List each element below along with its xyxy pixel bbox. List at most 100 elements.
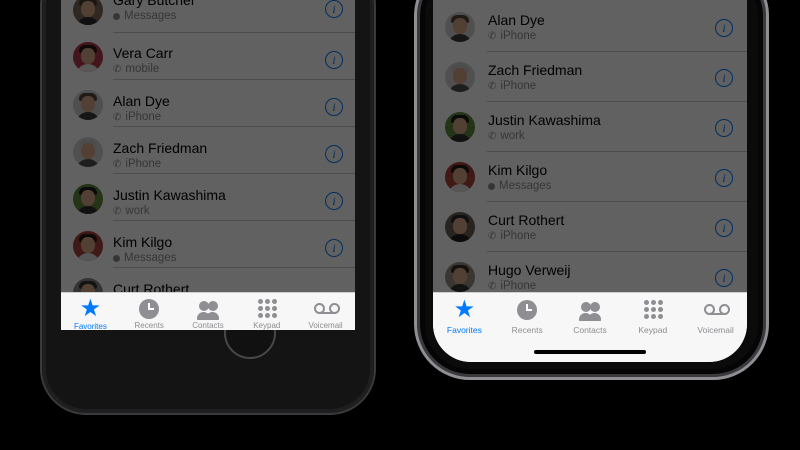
avatar	[73, 137, 103, 167]
list-item[interactable]: Curt Rothert ✆ iPhone i	[433, 202, 747, 252]
clock-icon	[137, 297, 161, 320]
list-item[interactable]: Gary Butcher Messages i	[61, 0, 355, 33]
list-item[interactable]: Kim Kilgo Messages i	[61, 221, 355, 268]
tab-label: Recents	[134, 321, 164, 330]
contact-subtitle: ✆ iPhone	[488, 280, 537, 292]
contact-name: Alan Dye	[488, 12, 545, 28]
tab-voicemail[interactable]: Voicemail	[296, 293, 355, 330]
list-item[interactable]: Justin Kawashima ✆ work i	[61, 174, 355, 221]
tab-label: Favorites	[446, 325, 482, 335]
avatar	[73, 231, 103, 261]
avatar	[73, 90, 103, 120]
contact-name: Justin Kawashima	[488, 112, 601, 128]
avatar	[73, 42, 103, 72]
message-bubble-icon	[113, 254, 120, 262]
tab-label: Voicemail	[308, 321, 343, 330]
contact-subtitle: Messages	[113, 10, 176, 22]
avatar	[445, 262, 475, 292]
contact-subtitle: Messages	[113, 252, 176, 264]
contact-subtitle: ✆ iPhone	[488, 30, 537, 42]
contact-name: Hugo Verweij	[488, 262, 571, 278]
tab-recents[interactable]: Recents	[120, 293, 179, 330]
contact-name: Kim Kilgo	[488, 162, 548, 178]
tab-favorites[interactable]: ★ Favorites	[433, 293, 496, 362]
phone-icon: ✆	[113, 205, 122, 217]
avatar	[445, 212, 475, 242]
contact-name: Zach Friedman	[113, 140, 208, 156]
tab-contacts[interactable]: Contacts	[179, 293, 238, 330]
info-icon[interactable]: i	[715, 219, 733, 237]
info-icon[interactable]: i	[715, 269, 733, 287]
avatar	[445, 62, 475, 92]
contact-name: Gary Butcher	[113, 0, 196, 8]
phone-icon: ✆	[488, 130, 497, 142]
phone-icon: ✆	[113, 158, 122, 170]
info-icon[interactable]: i	[325, 239, 343, 257]
phone-icon: ✆	[488, 30, 497, 42]
stage: Gary Butcher Messages i Vera Carr ✆ mobil…	[0, 0, 800, 450]
info-icon[interactable]: i	[325, 192, 343, 210]
tab-label: Voicemail	[697, 325, 734, 335]
info-icon[interactable]: i	[325, 51, 343, 69]
tab-label: Contacts	[192, 321, 224, 330]
info-icon[interactable]: i	[715, 169, 733, 187]
star-icon: ★	[79, 295, 102, 322]
favorites-list[interactable]: Gary Butcher Messages i Vera Carr ✆ mobil…	[61, 0, 355, 308]
keypad-icon	[641, 298, 665, 322]
message-bubble-icon	[488, 182, 495, 190]
phone-icon: ✆	[488, 280, 497, 292]
contact-subtitle: ✆ iPhone	[113, 111, 162, 123]
contact-name: Zach Friedman	[488, 62, 583, 78]
contact-subtitle: ✆ iPhone	[113, 158, 162, 170]
tab-label: Keypad	[638, 325, 668, 335]
contacts-icon	[578, 298, 602, 322]
tab-label: Favorites	[73, 322, 107, 330]
phone-icon: ✆	[113, 111, 122, 123]
tab-keypad[interactable]: Keypad	[237, 293, 296, 330]
list-item[interactable]: Alan Dye ✆ iPhone i	[433, 2, 747, 52]
avatar	[73, 184, 103, 214]
home-indicator[interactable]	[534, 350, 646, 354]
contact-subtitle: ✆ iPhone	[488, 80, 537, 92]
phone-icon: ✆	[488, 80, 497, 92]
list-item[interactable]: Justin Kawashima ✆ work i	[433, 102, 747, 152]
info-icon[interactable]: i	[715, 19, 733, 37]
contact-subtitle: ✆ work	[488, 130, 525, 142]
info-icon[interactable]: i	[715, 119, 733, 137]
avatar	[445, 12, 475, 42]
contact-name: Kim Kilgo	[113, 234, 173, 250]
contact-name: Curt Rothert	[488, 212, 565, 228]
list-item[interactable]: Alan Dye ✆ iPhone i	[61, 80, 355, 127]
list-item[interactable]: Zach Friedman ✆ iPhone i	[433, 52, 747, 102]
voicemail-icon	[313, 297, 340, 320]
info-icon[interactable]: i	[325, 0, 343, 18]
contacts-icon	[196, 297, 220, 320]
message-bubble-icon	[113, 12, 120, 20]
left-phone-screen: Gary Butcher Messages i Vera Carr ✆ mobil…	[61, 0, 355, 330]
tab-voicemail[interactable]: Voicemail	[684, 293, 747, 362]
list-item[interactable]: Vera Carr ✆ mobile i	[61, 33, 355, 80]
keypad-icon	[255, 297, 279, 320]
contact-name: Alan Dye	[113, 93, 170, 109]
tab-favorites[interactable]: ★ Favorites	[61, 293, 120, 331]
contact-subtitle: ✆ work	[113, 205, 150, 217]
clock-icon	[515, 298, 539, 322]
favorites-list[interactable]: Alan Dye ✆ iPhone i Zach Friedman ✆ iPhone…	[433, 0, 747, 292]
avatar	[73, 0, 103, 25]
tab-label: Contacts	[573, 325, 607, 335]
info-icon[interactable]: i	[715, 69, 733, 87]
contact-subtitle: ✆ iPhone	[488, 230, 537, 242]
right-phone-screen: Alan Dye ✆ iPhone i Zach Friedman ✆ iPhone…	[433, 0, 747, 362]
phone-icon: ✆	[113, 63, 122, 75]
contact-subtitle: ✆ mobile	[113, 63, 160, 75]
list-item[interactable]: Kim Kilgo Messages i	[433, 152, 747, 202]
voicemail-icon	[703, 298, 730, 322]
contact-subtitle: Messages	[488, 180, 551, 192]
contact-name: Vera Carr	[113, 45, 173, 61]
phone-icon: ✆	[488, 230, 497, 242]
info-icon[interactable]: i	[325, 98, 343, 116]
star-icon: ★	[453, 296, 476, 323]
info-icon[interactable]: i	[325, 145, 343, 163]
list-item[interactable]: Zach Friedman ✆ iPhone i	[61, 127, 355, 174]
contact-name: Justin Kawashima	[113, 187, 226, 203]
